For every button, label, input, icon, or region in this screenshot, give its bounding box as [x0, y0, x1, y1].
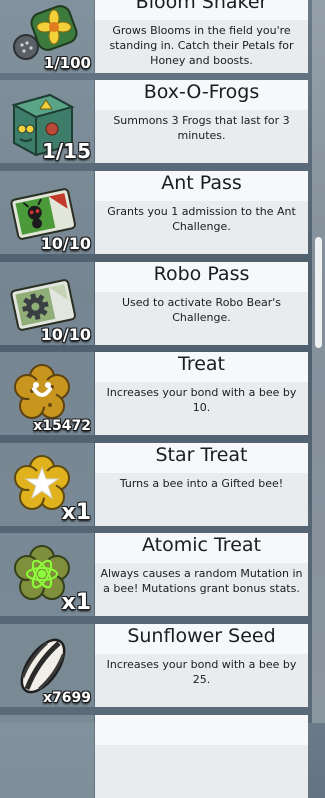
- item-description: Always causes a random Mutation in a bee…: [100, 567, 303, 595]
- inventory-list: 1/100 Bloom Shaker Grows Blooms in the f…: [0, 0, 308, 798]
- item-icon-cell[interactable]: 1/15: [0, 80, 94, 163]
- item-info-panel: Treat Increases your bond with a bee by …: [95, 352, 308, 435]
- item-info-panel: Box-O-Frogs Summons 3 Frogs that last fo…: [95, 80, 308, 163]
- item-title-bar: Star Treat: [95, 443, 308, 473]
- inventory-item-partial[interactable]: [0, 715, 308, 798]
- item-title: Robo Pass: [153, 263, 250, 285]
- item-info-panel: Robo Pass Used to activate Robo Bear's C…: [95, 262, 308, 345]
- scrollbar-thumb[interactable]: [315, 237, 322, 348]
- inventory-item-star-treat[interactable]: x1 Star Treat Turns a bee into a Gifted …: [0, 443, 308, 526]
- item-info-panel: Sunflower Seed Increases your bond with …: [95, 624, 308, 707]
- item-title-bar: Sunflower Seed: [95, 624, 308, 654]
- item-title: Bloom Shaker: [135, 0, 268, 13]
- item-count: 1/100: [43, 54, 91, 72]
- inventory-item-bloom-shaker[interactable]: 1/100 Bloom Shaker Grows Blooms in the f…: [0, 0, 308, 73]
- item-title: Box-O-Frogs: [143, 81, 260, 103]
- item-title: Atomic Treat: [141, 534, 261, 556]
- item-info-panel: Star Treat Turns a bee into a Gifted bee…: [95, 443, 308, 526]
- item-info-panel: [95, 715, 308, 798]
- inventory-item-treat[interactable]: x15472 Treat Increases your bond with a …: [0, 352, 308, 435]
- item-description: Grows Blooms in the field you're standin…: [109, 24, 294, 67]
- item-count: x7699: [43, 690, 91, 706]
- item-title-bar: Bloom Shaker: [95, 0, 308, 20]
- item-count: 10/10: [40, 325, 91, 344]
- item-description: Increases your bond with a bee by 25.: [106, 658, 297, 686]
- inventory-item-sunflower-seed[interactable]: x7699 Sunflower Seed Increases your bond…: [0, 624, 308, 707]
- item-info-panel: Bloom Shaker Grows Blooms in the field y…: [95, 0, 308, 73]
- inventory-item-robo-pass[interactable]: 10/10 Robo Pass Used to activate Robo Be…: [0, 262, 308, 345]
- item-title-bar: Box-O-Frogs: [95, 80, 308, 110]
- item-title-bar: Treat: [95, 352, 308, 382]
- item-title-bar: Robo Pass: [95, 262, 308, 292]
- inventory-scrollbar[interactable]: [312, 0, 325, 723]
- item-title-bar: Ant Pass: [95, 171, 308, 201]
- item-count: x15472: [33, 418, 91, 434]
- item-title: Ant Pass: [161, 172, 242, 194]
- item-icon-cell[interactable]: 10/10: [0, 171, 94, 254]
- item-icon-cell[interactable]: [0, 715, 94, 798]
- item-description: Used to activate Robo Bear's Challenge.: [122, 296, 281, 324]
- item-count: 1/15: [41, 139, 91, 163]
- item-title-bar: [95, 715, 308, 745]
- item-icon-cell[interactable]: x1: [0, 443, 94, 526]
- item-count: 10/10: [40, 234, 91, 253]
- item-info-panel: Atomic Treat Always causes a random Muta…: [95, 533, 308, 616]
- item-icon-cell[interactable]: x15472: [0, 352, 94, 435]
- item-description: Grants you 1 admission to the Ant Challe…: [107, 205, 296, 233]
- item-description: Turns a bee into a Gifted bee!: [119, 477, 284, 490]
- item-description: Summons 3 Frogs that last for 3 minutes.: [113, 114, 290, 142]
- item-title: Sunflower Seed: [127, 625, 276, 647]
- item-icon-cell[interactable]: x1: [0, 533, 94, 616]
- inventory-item-atomic-treat[interactable]: x1 Atomic Treat Always causes a random M…: [0, 533, 308, 616]
- item-icon-cell[interactable]: 1/100: [0, 0, 94, 73]
- item-count: x1: [61, 500, 92, 525]
- item-count: x1: [61, 590, 92, 615]
- item-icon-cell[interactable]: x7699: [0, 624, 94, 707]
- item-description: Increases your bond with a bee by 10.: [106, 386, 297, 414]
- item-title: Star Treat: [155, 444, 248, 466]
- item-title-bar: Atomic Treat: [95, 533, 308, 563]
- inventory-item-box-o-frogs[interactable]: 1/15 Box-O-Frogs Summons 3 Frogs that la…: [0, 80, 308, 163]
- item-icon-cell[interactable]: 10/10: [0, 262, 94, 345]
- item-title: Treat: [178, 353, 225, 375]
- item-info-panel: Ant Pass Grants you 1 admission to the A…: [95, 171, 308, 254]
- inventory-item-ant-pass[interactable]: 10/10 Ant Pass Grants you 1 admission to…: [0, 171, 308, 254]
